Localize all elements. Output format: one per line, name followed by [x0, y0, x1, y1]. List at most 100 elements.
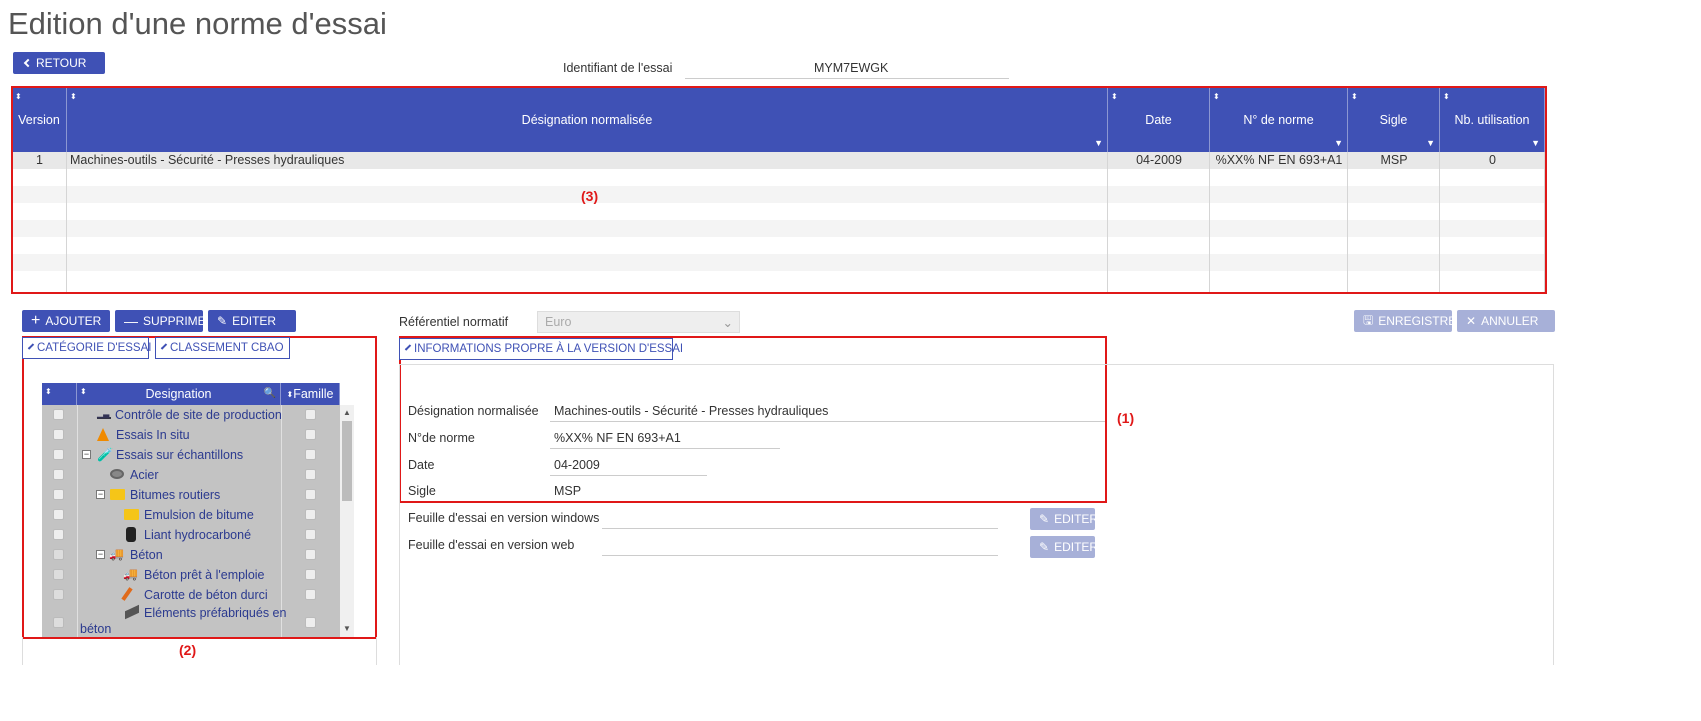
famille-checkbox[interactable]: [305, 589, 316, 600]
row-checkbox[interactable]: [53, 489, 64, 500]
famille-checkbox[interactable]: [305, 409, 316, 420]
famille-checkbox[interactable]: [305, 509, 316, 520]
referentiel-select[interactable]: Euro ⌄: [537, 311, 740, 333]
tree-row[interactable]: Eléments préfabriqués en béton: [42, 604, 340, 637]
row-checkbox[interactable]: [53, 549, 64, 560]
sort-icon[interactable]: ⬍: [80, 387, 87, 396]
chevron-down-icon: ⌄: [722, 316, 733, 330]
collapse-icon[interactable]: −: [96, 550, 105, 559]
referentiel-label: Référentiel normatif: [399, 315, 509, 329]
famille-checkbox[interactable]: [305, 529, 316, 540]
scroll-up-icon[interactable]: ▲: [341, 409, 353, 417]
search-icon[interactable]: 🔍: [264, 388, 276, 399]
annotation-box-3: [11, 86, 1547, 294]
feuille-web-editer-button[interactable]: ✎ EDITER: [1030, 536, 1098, 558]
norme-input[interactable]: %XX% NF EN 693+A1: [554, 431, 681, 445]
feuille-windows-label: Feuille d'essai en version windows: [408, 511, 600, 525]
row-checkbox[interactable]: [53, 409, 64, 420]
row-checkbox[interactable]: [53, 509, 64, 520]
truck-icon: 🚚: [123, 567, 138, 581]
chevron-down-icon: [160, 342, 168, 350]
scroll-down-icon[interactable]: ▼: [341, 625, 353, 633]
row-checkbox[interactable]: [53, 569, 64, 580]
feuille-windows-input[interactable]: [602, 528, 998, 529]
pencil-icon: ✎: [1039, 512, 1050, 526]
page-title: Edition d'une norme d'essai: [8, 6, 387, 41]
row-checkbox[interactable]: [53, 617, 64, 628]
sort-icon[interactable]: ⬍: [45, 387, 52, 396]
ajouter-button[interactable]: + AJOUTER: [22, 310, 110, 332]
sigle-label: Sigle: [408, 484, 436, 498]
tree-row[interactable]: Emulsion de bitume: [42, 505, 340, 525]
collapse-icon[interactable]: −: [82, 450, 91, 459]
tree-row[interactable]: ▁▃ Contrôle de site de production: [42, 405, 340, 425]
tab-classement[interactable]: CLASSEMENT CBAO: [155, 337, 290, 359]
carrot-icon: [121, 587, 133, 601]
folder-icon: [110, 489, 125, 500]
gauge-icon: ▁▃: [97, 409, 111, 419]
tree-row[interactable]: Liant hydrocarboné: [42, 525, 340, 545]
famille-checkbox[interactable]: [305, 489, 316, 500]
barrel-icon: [126, 527, 136, 542]
minus-icon: —: [124, 313, 138, 329]
row-checkbox[interactable]: [53, 529, 64, 540]
annotation-3: (3): [581, 188, 599, 204]
slab-icon: [125, 604, 139, 620]
tree-row[interactable]: 🚚 Béton prêt à l'emploie: [42, 565, 340, 585]
identifiant-value[interactable]: MYM7EWGK: [814, 61, 888, 75]
famille-checkbox[interactable]: [305, 469, 316, 480]
tab-informations[interactable]: INFORMATIONS PROPRE À LA VERSION D'ESSAI: [399, 338, 683, 360]
chevron-down-icon: [27, 342, 35, 350]
tree-row[interactable]: − 🚚 Béton: [42, 545, 340, 565]
pencil-icon: ✎: [217, 314, 228, 328]
save-icon: 🖫: [1363, 312, 1374, 327]
steel-icon: [110, 469, 124, 479]
truck-icon: 🚚: [109, 547, 124, 561]
chevron-down-icon: [404, 343, 412, 351]
tree-scrollbar[interactable]: ▲ ▼: [340, 405, 354, 637]
collapse-icon[interactable]: −: [96, 490, 105, 499]
category-panel: [22, 637, 377, 665]
retour-button[interactable]: RETOUR: [13, 52, 105, 74]
annuler-button[interactable]: ✕ ANNULER: [1457, 310, 1555, 332]
editer-button[interactable]: ✎ EDITER: [208, 310, 296, 332]
close-icon: ✕: [1466, 314, 1477, 328]
tree-col-designation[interactable]: ⬍ Designation 🔍: [77, 383, 281, 405]
row-checkbox[interactable]: [53, 589, 64, 600]
designation-input[interactable]: Machines-outils - Sécurité - Presses hyd…: [554, 404, 828, 418]
famille-checkbox[interactable]: [305, 549, 316, 560]
date-label: Date: [408, 458, 435, 472]
feuille-windows-editer-button[interactable]: ✎ EDITER: [1030, 508, 1098, 530]
row-checkbox[interactable]: [53, 469, 64, 480]
tree-row[interactable]: Carotte de béton durci: [42, 585, 340, 605]
supprimer-button[interactable]: — SUPPRIMER: [115, 310, 214, 332]
tree-row[interactable]: Acier: [42, 465, 340, 485]
identifiant-label: Identifiant de l'essai: [563, 61, 673, 75]
norme-label: N°de norme: [408, 431, 475, 445]
scroll-thumb[interactable]: [342, 421, 352, 501]
famille-checkbox[interactable]: [305, 569, 316, 580]
enregistrer-button[interactable]: 🖫 ENREGISTRER: [1354, 310, 1465, 332]
tree-row[interactable]: Essais In situ: [42, 425, 340, 445]
pencil-icon: ✎: [1039, 540, 1050, 554]
designation-label: Désignation normalisée: [408, 404, 539, 418]
row-checkbox[interactable]: [53, 429, 64, 440]
folder-icon: [124, 509, 139, 520]
famille-checkbox[interactable]: [305, 617, 316, 628]
famille-checkbox[interactable]: [305, 449, 316, 460]
tree-col-select[interactable]: ⬍: [42, 383, 77, 405]
tab-categorie[interactable]: CATÉGORIE D'ESSAI: [22, 337, 151, 359]
sigle-input[interactable]: MSP: [554, 484, 581, 498]
plus-icon: +: [31, 312, 41, 329]
tree-row[interactable]: − Bitumes routiers: [42, 485, 340, 505]
category-tree-grid: ⬍ ⬍ Designation 🔍 ⬍ Famille ▁▃ Contrôle de …: [42, 383, 340, 637]
pipette-icon: 🧪: [97, 447, 114, 462]
sort-icon[interactable]: ⬍: [287, 390, 294, 399]
feuille-web-input[interactable]: [602, 555, 998, 556]
tree-row[interactable]: − 🧪 Essais sur échantillons: [42, 445, 340, 465]
famille-checkbox[interactable]: [305, 429, 316, 440]
tree-col-famille[interactable]: ⬍ Famille: [281, 383, 340, 405]
cone-icon: [97, 428, 109, 441]
row-checkbox[interactable]: [53, 449, 64, 460]
date-input[interactable]: 04-2009: [554, 458, 600, 472]
